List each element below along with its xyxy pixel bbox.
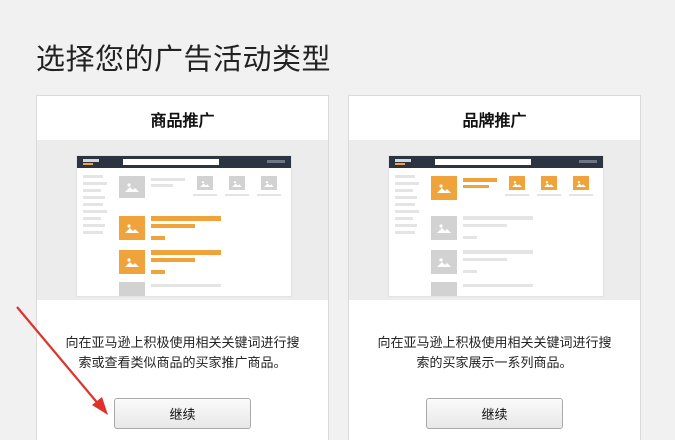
mock-product-image	[431, 250, 457, 274]
card-description-line: 向在亚马逊上积极使用相关关键词进行搜	[65, 336, 300, 351]
image-placeholder-icon	[232, 180, 242, 187]
mock-text-line	[463, 258, 507, 261]
image-placeholder-icon	[576, 180, 586, 187]
mock-header-links	[579, 160, 597, 163]
mock-sidebar-line	[395, 231, 415, 234]
card-title: 商品推广	[150, 111, 215, 130]
ad-preview-mockup	[77, 156, 291, 296]
mock-sidebar-line	[395, 203, 415, 206]
mock-sidebar-line	[395, 224, 417, 227]
mock-sidebar-line	[83, 224, 105, 227]
mock-brand-product	[541, 176, 557, 190]
campaign-card-sponsored-brands[interactable]: 品牌推广 向在亚马逊上积极使用相关关键词进行搜 索的买家展示一系列商品。 继续	[348, 95, 641, 440]
mock-sidebar-line	[395, 175, 415, 178]
mock-brand-headline	[463, 185, 489, 188]
mock-text-line	[257, 194, 281, 196]
mock-text-line	[463, 250, 533, 254]
mock-product-image	[431, 216, 457, 240]
mock-text-line	[151, 178, 185, 181]
mock-product-image	[119, 176, 145, 198]
mock-brand-product	[573, 176, 589, 190]
mock-text-line	[463, 236, 477, 239]
mock-header-links	[267, 160, 285, 163]
image-placeholder-icon	[544, 180, 554, 187]
mock-text-line	[537, 194, 561, 196]
mock-sidebar-line	[395, 189, 413, 192]
continue-button[interactable]: 继续	[114, 398, 251, 429]
image-placeholder-icon	[437, 184, 451, 193]
mock-sidebar-line	[83, 203, 103, 206]
mock-logo-smile	[395, 163, 405, 165]
mock-sidebar-line	[83, 210, 107, 213]
mock-logo	[83, 159, 99, 162]
mock-sidebar-line	[395, 196, 417, 199]
mock-sponsored-line	[151, 258, 195, 262]
campaign-card-sponsored-products[interactable]: 商品推广 向在亚马逊上积极使用相关关键词进行搜 索或查看类似商品的买家推广商品。…	[36, 95, 329, 440]
mock-search-box	[123, 159, 219, 165]
mock-sidebar-line	[395, 217, 413, 220]
mock-sidebar-line	[395, 182, 419, 185]
mock-logo-smile	[83, 163, 93, 165]
image-placeholder-icon	[125, 224, 139, 233]
mock-product-image	[229, 176, 245, 190]
card-preview	[349, 140, 640, 300]
mock-product-image	[261, 176, 277, 190]
card-description: 向在亚马逊上积极使用相关关键词进行搜 索的买家展示一系列商品。	[349, 334, 640, 374]
mock-product-image	[431, 282, 457, 296]
mock-logo	[395, 159, 411, 162]
mock-brand-logo	[431, 176, 457, 200]
mock-sponsored-line	[151, 216, 221, 221]
mock-sponsored-line	[151, 250, 221, 255]
mock-sidebar-line	[83, 231, 103, 234]
mock-sidebar-line	[83, 196, 105, 199]
mock-brand-product	[509, 176, 525, 190]
mock-sidebar-line	[395, 210, 419, 213]
card-description-line: 索或查看类似商品的买家推广商品。	[78, 356, 287, 371]
mock-sidebar-line	[83, 189, 101, 192]
image-placeholder-icon	[264, 180, 274, 187]
mock-sponsored-image	[119, 216, 145, 240]
mock-search-box	[435, 159, 531, 165]
mock-sponsored-line	[151, 270, 165, 274]
mock-text-line	[463, 224, 507, 227]
mock-text-line	[463, 270, 477, 273]
image-placeholder-icon	[512, 180, 522, 187]
card-description-line: 向在亚马逊上积极使用相关关键词进行搜	[377, 336, 612, 351]
mock-text-line	[463, 284, 533, 287]
page-title: 选择您的广告活动类型	[36, 42, 332, 76]
mock-sidebar-line	[83, 175, 103, 178]
mock-sponsored-image	[119, 250, 145, 274]
card-description-line: 索的买家展示一系列商品。	[416, 356, 573, 371]
image-placeholder-icon	[125, 183, 139, 192]
mock-text-line	[151, 184, 173, 187]
mock-sidebar-line	[83, 182, 107, 185]
continue-button[interactable]: 继续	[426, 398, 563, 429]
mock-text-line	[193, 194, 217, 196]
mock-text-line	[463, 216, 533, 220]
image-placeholder-icon	[200, 180, 210, 187]
image-placeholder-icon	[437, 224, 451, 233]
card-preview	[37, 140, 328, 300]
mock-text-line	[505, 194, 529, 196]
ad-preview-mockup	[389, 156, 603, 296]
mock-text-line	[225, 194, 249, 196]
mock-brand-headline	[463, 178, 497, 182]
mock-product-image	[119, 282, 145, 296]
mock-text-line	[151, 284, 221, 287]
image-placeholder-icon	[125, 258, 139, 267]
mock-header-bar	[77, 156, 291, 168]
mock-product-image	[197, 176, 213, 190]
mock-text-line	[569, 194, 593, 196]
image-placeholder-icon	[437, 258, 451, 267]
card-title: 品牌推广	[462, 111, 527, 130]
mock-header-bar	[389, 156, 603, 168]
mock-sidebar-line	[83, 217, 101, 220]
mock-sponsored-line	[151, 224, 195, 228]
mock-sponsored-line	[151, 236, 165, 240]
card-description: 向在亚马逊上积极使用相关关键词进行搜 索或查看类似商品的买家推广商品。	[37, 334, 328, 374]
